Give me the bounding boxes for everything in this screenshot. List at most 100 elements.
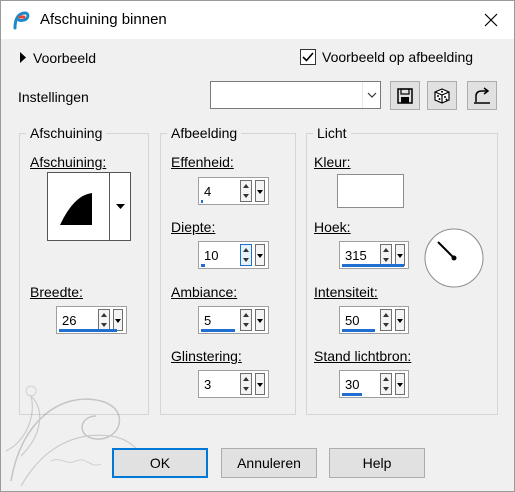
shininess-value: 3 — [204, 377, 212, 392]
intensity-value: 50 — [345, 313, 360, 328]
updown-arrows-icon — [383, 248, 389, 262]
settings-combobox[interactable] — [210, 81, 381, 109]
width-label: Breedte: — [30, 284, 83, 300]
light-group-title: Licht — [313, 125, 351, 141]
width-spinner[interactable]: 26 — [56, 306, 127, 334]
app-logo-icon — [13, 11, 30, 30]
bevel-group-title: Afschuining — [26, 125, 107, 141]
help-button[interactable]: Help — [329, 448, 425, 478]
triangle-down-icon — [397, 383, 403, 387]
randomize-button[interactable] — [427, 81, 457, 110]
shininess-spin-arrows[interactable] — [240, 373, 252, 395]
angle-spin-arrows[interactable] — [380, 244, 392, 266]
shininess-spinner[interactable]: 3 — [198, 370, 269, 398]
ambience-slider-bar — [201, 329, 235, 332]
updown-arrows-icon — [383, 377, 389, 391]
updown-arrows-icon — [243, 313, 249, 327]
updown-arrows-icon — [243, 377, 249, 391]
width-slider-bar — [59, 329, 117, 332]
width-spin-arrows[interactable] — [98, 309, 110, 331]
smoothness-slider-bar — [201, 200, 203, 203]
title-bar: Afschuining binnen — [1, 1, 514, 39]
triangle-down-icon — [115, 204, 125, 209]
triangle-right-icon — [20, 52, 26, 63]
cancel-button[interactable]: Annuleren — [221, 448, 317, 478]
color-label: Kleur: — [314, 154, 351, 170]
elevation-spin-dropdown[interactable] — [395, 373, 405, 395]
elevation-spinner[interactable]: 30 — [339, 370, 409, 398]
ok-button[interactable]: OK — [112, 448, 208, 478]
image-group-title: Afbeelding — [167, 125, 242, 141]
preview-label: Voorbeeld — [33, 50, 97, 66]
angle-slider-bar — [342, 264, 404, 267]
ambience-label: Ambiance: — [171, 284, 238, 300]
ambience-spin-arrows[interactable] — [240, 309, 252, 331]
smoothness-spin-dropdown[interactable] — [255, 180, 265, 202]
ambience-spinner[interactable]: 5 — [198, 306, 269, 334]
intensity-spin-dropdown[interactable] — [395, 309, 405, 331]
bevel-shape-dropdown[interactable] — [109, 172, 131, 241]
triangle-down-icon — [257, 319, 263, 323]
angle-dial[interactable] — [423, 227, 485, 289]
shininess-spin-dropdown[interactable] — [255, 373, 265, 395]
preview-on-image-checkbox[interactable] — [300, 49, 316, 65]
angle-label: Hoek: — [314, 219, 351, 235]
ambience-value: 5 — [204, 313, 212, 328]
combo-dropdown-button[interactable] — [362, 82, 380, 108]
dialog-window: Afschuining binnen Voorbeeld Voorbeeld o… — [0, 0, 515, 492]
updown-arrows-icon — [383, 313, 389, 327]
settings-label: Instellingen — [18, 89, 89, 105]
bevel-shape-icon — [60, 193, 92, 225]
updown-arrows-icon — [101, 313, 107, 327]
reset-button[interactable] — [467, 81, 497, 110]
depth-slider-bar — [201, 264, 205, 267]
triangle-down-icon — [257, 190, 263, 194]
ok-label: OK — [149, 455, 171, 471]
preview-on-image-label[interactable]: Voorbeeld op afbeelding — [322, 49, 473, 65]
smoothness-spin-arrows[interactable] — [240, 180, 252, 202]
shininess-label: Glinstering: — [171, 348, 242, 364]
depth-value: 10 — [204, 248, 219, 263]
save-icon — [397, 87, 413, 104]
intensity-spin-arrows[interactable] — [380, 309, 392, 331]
dice-icon — [434, 87, 450, 104]
elevation-value: 30 — [345, 377, 360, 392]
triangle-down-icon — [397, 254, 403, 258]
triangle-down-icon — [397, 319, 403, 323]
width-value: 26 — [62, 313, 77, 328]
intensity-slider-bar — [342, 329, 375, 332]
ambience-spin-dropdown[interactable] — [255, 309, 265, 331]
elevation-slider-bar — [342, 393, 362, 396]
cancel-label: Annuleren — [237, 455, 301, 471]
angle-spinner[interactable]: 315 — [339, 241, 409, 269]
smoothness-spinner[interactable]: 4 — [198, 177, 269, 205]
width-spin-dropdown[interactable] — [113, 309, 123, 331]
close-button[interactable] — [468, 1, 514, 39]
triangle-down-icon — [115, 319, 121, 323]
reset-icon — [474, 86, 490, 104]
checkmark-icon — [302, 52, 314, 62]
depth-spin-dropdown[interactable] — [255, 244, 265, 266]
depth-spinner[interactable]: 10 — [198, 241, 269, 269]
save-preset-button[interactable] — [390, 81, 420, 110]
updown-arrows-icon — [243, 184, 249, 198]
elevation-spin-arrows[interactable] — [380, 373, 392, 395]
smoothness-value: 4 — [204, 184, 212, 199]
elevation-label: Stand lichtbron: — [314, 348, 412, 364]
intensity-label: Intensiteit: — [314, 284, 378, 300]
bevel-label: Afschuining: — [30, 154, 107, 170]
triangle-down-icon — [257, 254, 263, 258]
window-title: Afschuining binnen — [40, 11, 167, 28]
angle-value: 315 — [345, 248, 367, 263]
intensity-spinner[interactable]: 50 — [339, 306, 409, 334]
angle-spin-dropdown[interactable] — [395, 244, 405, 266]
help-label: Help — [362, 455, 392, 471]
smoothness-label: Effenheid: — [171, 154, 234, 170]
depth-label: Diepte: — [171, 219, 216, 235]
triangle-down-icon — [257, 383, 263, 387]
close-icon — [484, 13, 498, 27]
chevron-down-icon — [367, 92, 376, 98]
light-color-swatch[interactable] — [337, 174, 404, 208]
updown-arrows-icon — [243, 248, 249, 262]
depth-spin-arrows[interactable] — [240, 244, 252, 266]
